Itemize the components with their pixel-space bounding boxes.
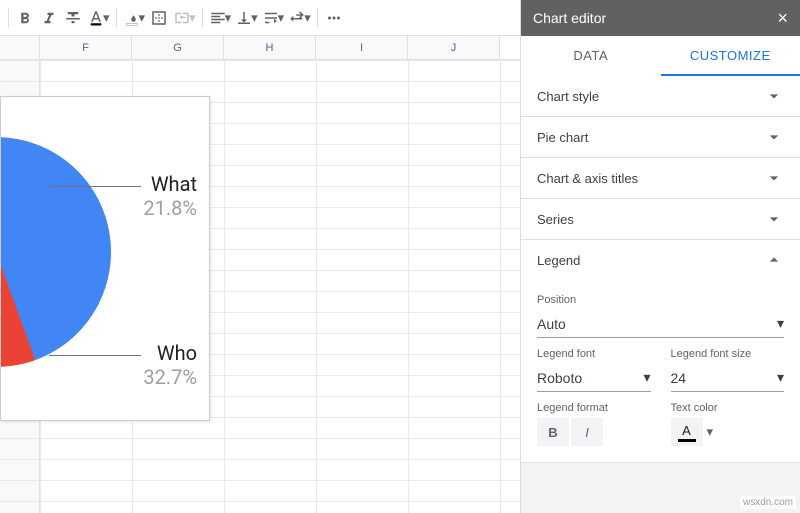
embedded-chart[interactable]: What 21.8% Who 32.7%: [0, 96, 210, 421]
dropdown-arrow-icon: ▾: [643, 369, 650, 386]
separator: [317, 8, 318, 28]
chevron-up-icon: [764, 250, 784, 270]
text-wrap-button[interactable]: ▾: [260, 9, 287, 27]
col-header[interactable]: J: [408, 36, 500, 59]
tab-customize[interactable]: CUSTOMIZE: [661, 36, 800, 76]
merge-cells-button[interactable]: ▾: [171, 9, 198, 27]
chevron-down-icon: [764, 209, 784, 229]
dropdown-arrow-icon: ▾: [707, 424, 714, 440]
text-rotation-button[interactable]: ▾: [286, 9, 313, 27]
panel-tabs: DATA CUSTOMIZE: [521, 36, 800, 76]
more-button[interactable]: [322, 6, 346, 30]
format-label: Legend format: [537, 402, 651, 414]
pie-slices: [0, 137, 111, 367]
chart-editor-panel: Chart editor × DATA CUSTOMIZE Chart styl…: [520, 0, 800, 513]
legend-bold-button[interactable]: B: [537, 418, 569, 446]
customize-accordion: Chart style Pie chart Chart & axis title…: [521, 76, 800, 513]
tab-data[interactable]: DATA: [521, 36, 661, 76]
legend-position-select[interactable]: Auto▾: [537, 310, 784, 338]
slice-percent: 21.8%: [143, 196, 197, 220]
dropdown-arrow-icon: ▾: [777, 315, 784, 332]
chevron-down-icon: [764, 168, 784, 188]
position-label: Position: [537, 294, 784, 306]
legend-italic-button[interactable]: I: [571, 418, 603, 446]
close-icon[interactable]: ×: [777, 8, 788, 29]
fill-color-button[interactable]: ▾: [121, 9, 148, 27]
section-legend[interactable]: Legend: [521, 240, 800, 280]
corner-cell[interactable]: [0, 36, 40, 59]
legend-font-select[interactable]: Roboto▾: [537, 364, 651, 392]
legend-body: Position Auto▾ Legend font Roboto▾ Legen…: [521, 280, 800, 462]
vertical-align-button[interactable]: ▾: [233, 9, 260, 27]
col-header[interactable]: I: [316, 36, 408, 59]
col-header[interactable]: H: [224, 36, 316, 59]
panel-title: Chart editor: [533, 10, 606, 26]
column-headers: F G H I J: [0, 36, 520, 60]
section-chart-style[interactable]: Chart style: [521, 76, 800, 116]
bold-button[interactable]: [13, 6, 37, 30]
section-titles[interactable]: Chart & axis titles: [521, 158, 800, 198]
strikethrough-button[interactable]: [61, 6, 85, 30]
panel-header: Chart editor ×: [521, 0, 800, 36]
separator: [202, 8, 203, 28]
legend-text-color-button[interactable]: A: [671, 418, 703, 446]
attribution: wsxdn.com: [740, 496, 796, 509]
font-label: Legend font: [537, 348, 651, 360]
separator: [116, 8, 117, 28]
borders-button[interactable]: [147, 6, 171, 30]
col-header[interactable]: F: [40, 36, 132, 59]
section-series[interactable]: Series: [521, 199, 800, 239]
chevron-down-icon: [764, 127, 784, 147]
slice-name: What: [143, 172, 197, 196]
size-label: Legend font size: [671, 348, 785, 360]
dropdown-arrow-icon: ▾: [777, 369, 784, 386]
slice-percent: 32.7%: [143, 365, 197, 389]
italic-button[interactable]: [37, 6, 61, 30]
chevron-down-icon: [764, 86, 784, 106]
horizontal-align-button[interactable]: ▾: [207, 9, 234, 27]
slice-name: Who: [143, 341, 197, 365]
textcolor-label: Text color: [671, 402, 785, 414]
legend-size-select[interactable]: 24▾: [671, 364, 785, 392]
section-pie-chart[interactable]: Pie chart: [521, 117, 800, 157]
col-header[interactable]: G: [132, 36, 224, 59]
pie-label-what: What 21.8%: [143, 172, 197, 220]
text-color-button[interactable]: ▾: [85, 9, 112, 27]
formatting-toolbar: ▾ ▾ ▾ ▾ ▾ ▾ ▾: [0, 0, 520, 36]
separator: [8, 8, 9, 28]
pie-label-who: Who 32.7%: [143, 341, 197, 389]
spreadsheet-area[interactable]: F G H I J What 21.8% Who 32.7%: [0, 36, 520, 513]
